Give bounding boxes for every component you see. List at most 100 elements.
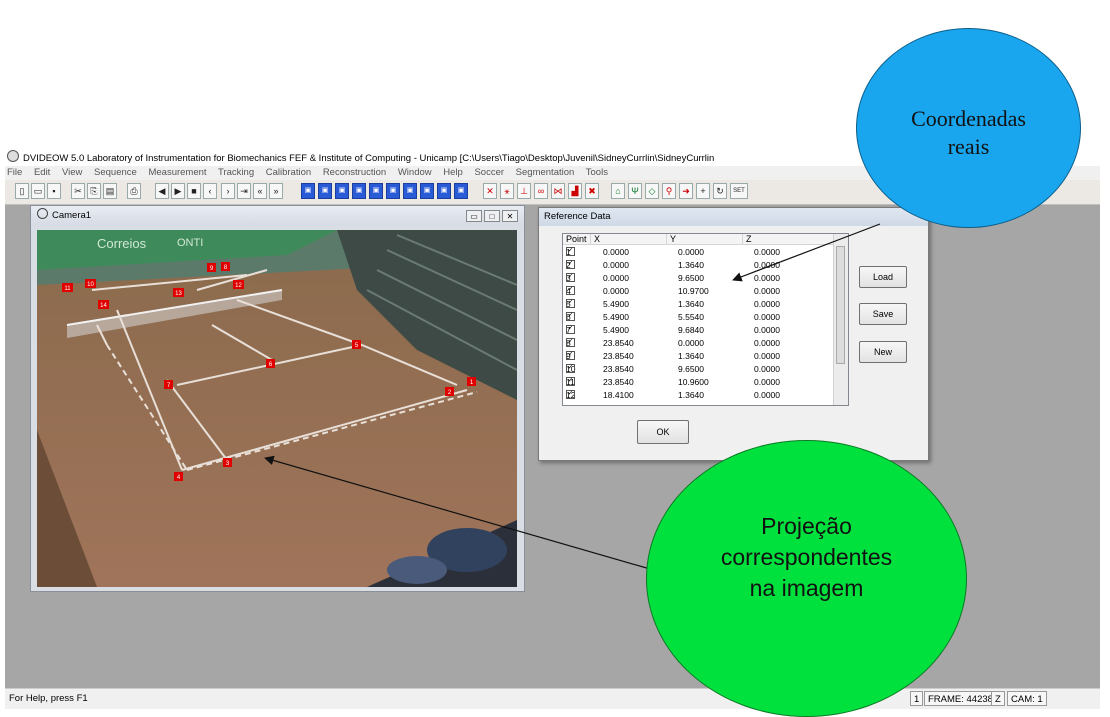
point-checkbox-cell[interactable]: ✓ 4 (566, 286, 575, 297)
checkbox-checked-icon[interactable]: ✓ (566, 247, 575, 256)
minimize-icon[interactable]: ▭ (466, 210, 482, 222)
table-row[interactable]: ✓ 7 5.4900 9.6840 0.0000 (563, 325, 831, 336)
cut-icon[interactable]: ✂ (71, 183, 85, 199)
ok-button[interactable]: OK (637, 420, 689, 444)
table-row[interactable]: ✓ 5 5.4900 1.3640 0.0000 (563, 299, 831, 310)
table-row[interactable]: ✓ 4 0.0000 10.9700 0.0000 (563, 286, 831, 297)
table-row[interactable]: ✓ 6 5.4900 5.5540 0.0000 (563, 312, 831, 323)
menu-tools[interactable]: Tools (586, 167, 608, 178)
checkbox-checked-icon[interactable]: ✓ (566, 286, 575, 295)
tool-fork-icon[interactable]: Ψ (628, 183, 642, 199)
table-row[interactable]: ✓ 2 0.0000 1.3640 0.0000 (563, 260, 831, 271)
open-folder-icon[interactable]: ▭ (31, 183, 45, 199)
camera-window-titlebar[interactable]: Camera1 ▭ □ ✕ (31, 206, 524, 226)
tool-diamond-icon[interactable]: ◇ (645, 183, 659, 199)
menu-measurement[interactable]: Measurement (148, 167, 206, 178)
fast-forward-icon[interactable]: » (269, 183, 283, 199)
tool-axis-icon[interactable]: ⊥ (517, 183, 531, 199)
checkbox-checked-icon[interactable]: ✓ (566, 364, 575, 373)
menu-calibration[interactable]: Calibration (266, 167, 311, 178)
tool-skeleton-icon[interactable]: ⚲ (662, 183, 676, 199)
scrollbar-thumb[interactable] (836, 246, 845, 364)
save-button[interactable]: Save (859, 303, 907, 325)
tool-link-icon[interactable]: ∞ (534, 183, 548, 199)
play-icon[interactable]: ▶ (171, 183, 185, 199)
prev-frame-icon[interactable]: ‹ (203, 183, 217, 199)
menu-tracking[interactable]: Tracking (218, 167, 254, 178)
point-checkbox-cell[interactable]: ✓ 10 (566, 364, 575, 375)
point-checkbox-cell[interactable]: ✓ 1 (566, 247, 575, 258)
new-button[interactable]: New (859, 341, 907, 363)
reference-dialog-title[interactable]: Reference Data (539, 208, 928, 226)
view-10-icon[interactable]: ▣ (454, 183, 468, 199)
menu-edit[interactable]: Edit (34, 167, 50, 178)
tool-close-icon[interactable]: ✖ (585, 183, 599, 199)
column-header-x[interactable]: X (591, 234, 667, 245)
tool-cross-icon[interactable]: ✕ (483, 183, 497, 199)
table-row[interactable]: ✓ 8 23.8540 0.0000 0.0000 (563, 338, 831, 349)
new-file-icon[interactable]: ▯ (15, 183, 29, 199)
copy-icon[interactable]: ⎘ (87, 183, 101, 199)
paste-icon[interactable]: ▤ (103, 183, 117, 199)
tool-chart-icon[interactable]: ▟ (568, 183, 582, 199)
tool-home-icon[interactable]: ⌂ (611, 183, 625, 199)
close-icon[interactable]: ✕ (502, 210, 518, 222)
rewind-icon[interactable]: « (253, 183, 267, 199)
tool-arrow-icon[interactable]: ➜ (679, 183, 693, 199)
checkbox-checked-icon[interactable]: ✓ (566, 299, 575, 308)
tool-scale-icon[interactable]: ⚹ (500, 183, 514, 199)
point-checkbox-cell[interactable]: ✓ 12 (566, 390, 575, 401)
print-icon[interactable]: ⎙ (127, 183, 141, 199)
skip-end-icon[interactable]: ⇥ (237, 183, 251, 199)
table-row[interactable]: ✓ 1 0.0000 0.0000 0.0000 (563, 247, 831, 258)
step-back-icon[interactable]: ◀ (155, 183, 169, 199)
point-checkbox-cell[interactable]: ✓ 6 (566, 312, 575, 323)
camera-image-tennis-court[interactable]: Correios ONTI 1 2 3 4 5 6 7 8 9 10 11 12… (37, 230, 517, 587)
checkbox-checked-icon[interactable]: ✓ (566, 260, 575, 269)
save-disk-icon[interactable]: ▪ (47, 183, 61, 199)
tool-rotate-icon[interactable]: ↻ (713, 183, 727, 199)
view-1-icon[interactable]: ▣ (301, 183, 315, 199)
menu-window[interactable]: Window (398, 167, 432, 178)
table-row[interactable]: ✓ 11 23.8540 10.9600 0.0000 (563, 377, 831, 388)
reference-data-list[interactable]: Point X Y Z ✓ 1 0.0000 0.0000 0.0000 ✓ 2 0.0000… (562, 233, 849, 406)
camera-window[interactable]: Camera1 ▭ □ ✕ Correios ONTI 1 2 3 4 5 6 … (30, 205, 525, 592)
view-4-icon[interactable]: ▣ (352, 183, 366, 199)
checkbox-checked-icon[interactable]: ✓ (566, 351, 575, 360)
menu-reconstruction[interactable]: Reconstruction (323, 167, 386, 178)
maximize-icon[interactable]: □ (484, 210, 500, 222)
menu-soccer[interactable]: Soccer (474, 167, 504, 178)
view-9-icon[interactable]: ▣ (437, 183, 451, 199)
view-2-icon[interactable]: ▣ (318, 183, 332, 199)
point-checkbox-cell[interactable]: ✓ 7 (566, 325, 575, 336)
checkbox-checked-icon[interactable]: ✓ (566, 377, 575, 386)
view-5-icon[interactable]: ▣ (369, 183, 383, 199)
menu-view[interactable]: View (62, 167, 82, 178)
table-row[interactable]: ✓ 12 18.4100 1.3640 0.0000 (563, 390, 831, 401)
point-checkbox-cell[interactable]: ✓ 8 (566, 338, 575, 349)
view-3-icon[interactable]: ▣ (335, 183, 349, 199)
tool-plus-icon[interactable]: + (696, 183, 710, 199)
tool-set-icon[interactable]: SET (730, 183, 748, 199)
point-checkbox-cell[interactable]: ✓ 2 (566, 260, 575, 271)
column-header-y[interactable]: Y (667, 234, 743, 245)
tool-merge-icon[interactable]: ⋈ (551, 183, 565, 199)
menu-file[interactable]: File (7, 167, 22, 178)
view-7-icon[interactable]: ▣ (403, 183, 417, 199)
point-checkbox-cell[interactable]: ✓ 9 (566, 351, 575, 362)
point-checkbox-cell[interactable]: ✓ 11 (566, 377, 575, 388)
table-row[interactable]: ✓ 3 0.0000 9.6500 0.0000 (563, 273, 831, 284)
list-scrollbar[interactable] (833, 234, 848, 405)
point-checkbox-cell[interactable]: ✓ 5 (566, 299, 575, 310)
checkbox-checked-icon[interactable]: ✓ (566, 390, 575, 399)
next-frame-icon[interactable]: › (221, 183, 235, 199)
view-6-icon[interactable]: ▣ (386, 183, 400, 199)
menu-segmentation[interactable]: Segmentation (516, 167, 575, 178)
table-row[interactable]: ✓ 9 23.8540 1.3640 0.0000 (563, 351, 831, 362)
view-8-icon[interactable]: ▣ (420, 183, 434, 199)
checkbox-checked-icon[interactable]: ✓ (566, 325, 575, 334)
checkbox-checked-icon[interactable]: ✓ (566, 312, 575, 321)
checkbox-checked-icon[interactable]: ✓ (566, 338, 575, 347)
checkbox-checked-icon[interactable]: ✓ (566, 273, 575, 282)
stop-icon[interactable]: ■ (187, 183, 201, 199)
